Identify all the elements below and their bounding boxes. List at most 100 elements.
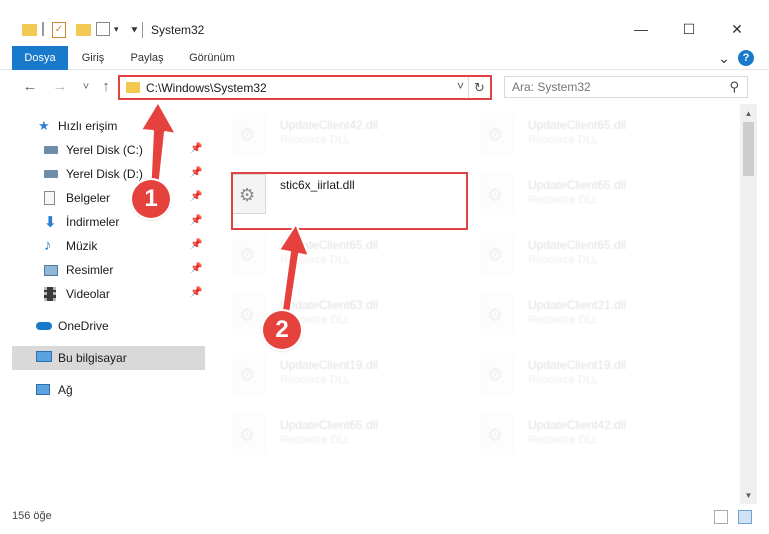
file-type: Resource DLL: [528, 314, 599, 326]
file-name: UpdateClient65.dll: [280, 238, 379, 252]
sidebar-item-quick-access[interactable]: ★ Hızlı erişim: [0, 114, 205, 138]
file-type: Resource DLL: [528, 254, 599, 266]
help-icon[interactable]: ?: [738, 50, 754, 66]
pin-icon[interactable]: 📌: [190, 143, 202, 154]
address-bar[interactable]: C:\Windows\System32 ˅ ↻: [118, 75, 492, 100]
download-icon: ⬇: [44, 214, 57, 231]
dll-file-icon: ⚙: [232, 294, 266, 334]
documents-icon: [44, 191, 55, 205]
divider: [142, 22, 143, 38]
list-item[interactable]: ⚙ UpdateClient42.dll Resource DLL: [464, 406, 694, 466]
refresh-button[interactable]: ↻: [468, 77, 490, 98]
recent-locations-button[interactable]: ˅: [76, 76, 96, 98]
search-box[interactable]: ⚲: [504, 76, 748, 98]
up-button[interactable]: ↑: [96, 76, 116, 98]
sidebar-item-label: Yerel Disk (D:): [66, 167, 143, 181]
address-path[interactable]: C:\Windows\System32: [146, 81, 267, 95]
file-type: Resource DLL: [280, 434, 351, 446]
dll-file-icon: ⚙: [232, 414, 266, 454]
scroll-thumb[interactable]: [743, 122, 754, 176]
sidebar-item-label: Ağ: [58, 383, 73, 397]
new-folder-icon[interactable]: [76, 24, 91, 36]
pin-icon[interactable]: 📌: [190, 287, 202, 298]
dll-file-icon: ⚙: [480, 354, 514, 394]
tab-file[interactable]: Dosya: [12, 46, 68, 70]
sidebar-item-label: Videolar: [66, 287, 110, 301]
list-item[interactable]: ⚙ UpdateClient19.dll Resource DLL: [464, 346, 694, 406]
dll-file-icon: ⚙: [480, 174, 514, 214]
list-item[interactable]: ⚙ UpdateClient65.dll Resource DLL: [464, 226, 694, 286]
maximize-button[interactable]: ☐: [669, 18, 709, 40]
network-icon: [36, 384, 50, 395]
details-view-icon[interactable]: [714, 510, 728, 524]
sidebar-item-local-disk-d[interactable]: Yerel Disk (D:) 📌: [0, 162, 205, 186]
dll-file-icon: ⚙: [232, 354, 266, 394]
sidebar-item-videos[interactable]: Videolar 📌: [0, 282, 205, 306]
file-name: UpdateClient19.dll: [528, 358, 627, 372]
sidebar-item-this-pc[interactable]: Bu bilgisayar: [12, 346, 205, 370]
sidebar-item-label: Müzik: [66, 239, 98, 253]
tab-share[interactable]: Paylaş: [126, 46, 168, 70]
videos-icon: [44, 287, 56, 301]
pin-icon[interactable]: 📌: [190, 239, 202, 250]
back-button[interactable]: ←: [20, 76, 40, 98]
list-item[interactable]: ⚙ UpdateClient65.dll Resource DLL: [464, 106, 694, 166]
list-item[interactable]: ⚙ UpdateClient65.dll Resource DLL: [216, 226, 446, 286]
dll-file-icon: ⚙: [480, 294, 514, 334]
scroll-up-icon[interactable]: ▲: [740, 106, 757, 122]
sidebar-item-downloads[interactable]: ⬇ İndirmeler 📌: [0, 210, 205, 234]
list-item[interactable]: ⚙ UpdateClient63.dll Resource DLL: [216, 286, 446, 346]
file-name: UpdateClient42.dll: [528, 418, 627, 432]
pin-icon[interactable]: 📌: [190, 167, 202, 178]
sidebar-item-network[interactable]: Ağ: [0, 378, 205, 402]
file-name: UpdateClient65.dll: [528, 118, 627, 132]
tab-view[interactable]: Görünüm: [182, 46, 242, 70]
address-dropdown-icon[interactable]: ˅: [457, 79, 464, 93]
sidebar-item-pictures[interactable]: Resimler 📌: [0, 258, 205, 282]
list-item[interactable]: ⚙ UpdateClient42.dll Resource DLL: [216, 106, 446, 166]
customize-view-icon[interactable]: [96, 22, 110, 36]
sidebar-item-documents[interactable]: Belgeler 📌: [0, 186, 205, 210]
sidebar-item-label: Belgeler: [66, 191, 111, 205]
pictures-icon: [44, 265, 58, 276]
pin-icon[interactable]: 📌: [190, 215, 202, 226]
close-button[interactable]: ✕: [717, 18, 757, 40]
file-name: UpdateClient19.dll: [280, 358, 379, 372]
list-item[interactable]: ⚙ UpdateClient19.dll Resource DLL: [216, 346, 446, 406]
star-icon: ★: [38, 118, 50, 133]
sidebar-item-label: Hızlı erişim: [58, 119, 118, 133]
ribbon-expand-icon[interactable]: ⌄: [714, 46, 734, 70]
properties-icon[interactable]: ✓: [52, 22, 66, 38]
file-type: Resource DLL: [280, 254, 351, 266]
list-item[interactable]: ⚙ UpdateClient65.dll Resource DLL: [216, 406, 446, 466]
scroll-down-icon[interactable]: ▼: [740, 488, 757, 504]
step-badge-1: 1: [132, 180, 170, 218]
search-input[interactable]: [512, 80, 712, 94]
sidebar-item-label: Resimler: [66, 263, 114, 277]
item-count: 156 öğe: [12, 510, 52, 522]
pin-icon[interactable]: 📌: [190, 263, 202, 274]
pin-icon[interactable]: 📌: [190, 191, 202, 202]
status-bar: 156 öğe: [0, 504, 769, 534]
sidebar-item-music[interactable]: ♪ Müzik 📌: [0, 234, 205, 258]
file-name: UpdateClient65.dll: [528, 178, 627, 192]
list-item[interactable]: ⚙ UpdateClient21.dll Resource DLL: [464, 286, 694, 346]
dll-file-icon: ⚙: [232, 234, 266, 274]
quick-access-dropdown-icon[interactable]: ▾: [114, 24, 124, 34]
forward-button[interactable]: →: [50, 76, 70, 98]
pin-down-icon[interactable]: ⯆: [130, 26, 139, 37]
cloud-icon: [36, 322, 52, 330]
list-item[interactable]: ⚙ UpdateClient65.dll Resource DLL: [464, 166, 694, 226]
drive-icon: [44, 146, 58, 154]
sidebar-item-local-disk-c[interactable]: Yerel Disk (C:) 📌: [0, 138, 205, 162]
sidebar-item-onedrive[interactable]: OneDrive: [0, 314, 205, 338]
file-type: Resource DLL: [280, 134, 351, 146]
music-icon: ♪: [44, 237, 52, 254]
tab-home[interactable]: Giriş: [74, 46, 112, 70]
divider: [42, 22, 44, 36]
file-name: UpdateClient42.dll: [280, 118, 379, 132]
search-icon[interactable]: ⚲: [729, 79, 739, 95]
vertical-scrollbar[interactable]: ▲ ▼: [740, 104, 757, 504]
minimize-button[interactable]: —: [621, 18, 661, 40]
large-icons-view-icon[interactable]: [738, 510, 752, 524]
